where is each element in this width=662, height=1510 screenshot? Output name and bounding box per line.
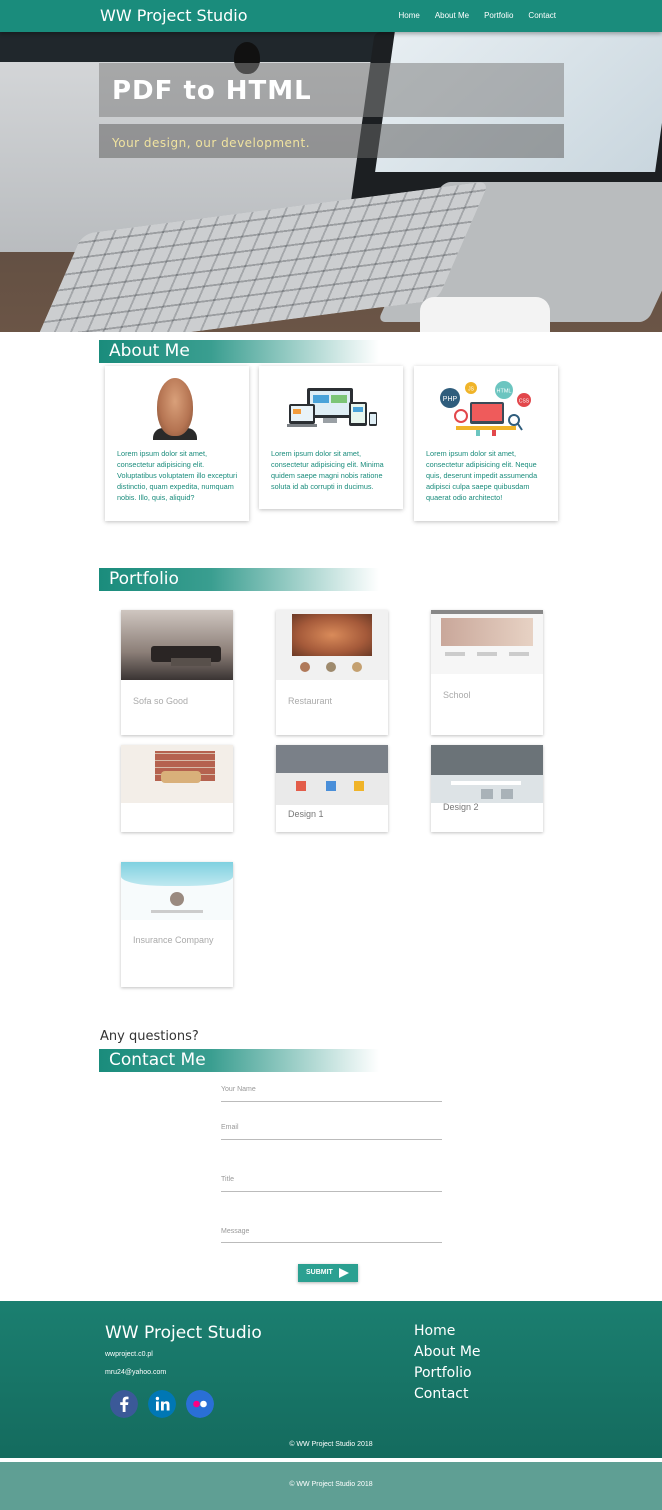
- about-card-text: Lorem ipsum dolor sit amet, consectetur …: [271, 449, 384, 491]
- name-placeholder: Your Name: [221, 1086, 256, 1093]
- footer-copyright: © WW Project Studio 2018: [289, 1441, 373, 1448]
- top-navbar: WW Project Studio Home About Me Portfoli…: [0, 0, 662, 32]
- about-card-text: Lorem ipsum dolor sit amet, consectetur …: [117, 449, 238, 502]
- title-placeholder: Title: [221, 1176, 234, 1183]
- portfolio-thumb: [431, 610, 543, 674]
- about-card-profile: Lorem ipsum dolor sit amet, consectetur …: [105, 366, 249, 521]
- avatar: [153, 378, 197, 440]
- portfolio-item-sofa[interactable]: Sofa so Good: [121, 610, 233, 735]
- portfolio-item-school[interactable]: School: [431, 610, 543, 735]
- web-technologies-icon: PHP JS HTML CSS: [440, 381, 531, 436]
- about-card-responsive: Lorem ipsum dolor sit amet, consectetur …: [259, 366, 403, 509]
- portfolio-item-design1[interactable]: Design 1: [276, 745, 388, 832]
- footer-website[interactable]: wwproject.c0.pl: [105, 1351, 153, 1358]
- title-field[interactable]: Title: [221, 1174, 442, 1192]
- submit-button[interactable]: SUBMIT: [298, 1264, 358, 1282]
- hero-phone-image: [420, 297, 550, 332]
- name-field[interactable]: Your Name: [221, 1084, 442, 1102]
- portfolio-item-title: Insurance Company: [133, 935, 214, 945]
- portfolio-thumb: [121, 745, 233, 803]
- nav-link-contact[interactable]: Contact: [528, 11, 556, 20]
- about-card-text: Lorem ipsum dolor sit amet, consectetur …: [426, 449, 538, 502]
- portfolio-item-title: Restaurant: [288, 696, 333, 706]
- portfolio-thumb: [276, 745, 388, 805]
- portfolio-heading: Portfolio: [109, 569, 179, 589]
- email-field[interactable]: Email: [221, 1122, 442, 1140]
- about-card-web: PHP JS HTML CSS Lorem ipsum dolor sit am…: [414, 366, 558, 521]
- linkedin-icon[interactable]: [148, 1390, 176, 1418]
- footer: WW Project Studio wwproject.c0.pl mru24@…: [0, 1301, 662, 1458]
- portfolio-item-design2[interactable]: Design 2: [431, 745, 543, 832]
- hero-title: PDF to HTML: [112, 76, 312, 106]
- portfolio-heading-bar: Portfolio: [99, 568, 379, 591]
- portfolio-thumb: [121, 610, 233, 680]
- about-heading: About Me: [109, 341, 190, 361]
- email-placeholder: Email: [221, 1124, 239, 1131]
- nav-link-home[interactable]: Home: [398, 11, 419, 20]
- js-badge-label: JS: [468, 387, 475, 393]
- html-badge-label: HTML: [497, 389, 512, 395]
- portfolio-item-title: Sofa so Good: [133, 696, 189, 706]
- contact-heading-bar: Contact Me: [99, 1049, 379, 1072]
- message-placeholder: Message: [221, 1228, 250, 1235]
- portfolio-item-pastry[interactable]: [121, 745, 233, 832]
- portfolio-item-title: Design 2: [443, 802, 479, 812]
- bottom-bar: © WW Project Studio 2018: [0, 1462, 662, 1510]
- footer-link-home[interactable]: Home: [414, 1321, 481, 1342]
- flickr-icon[interactable]: [186, 1390, 214, 1418]
- portfolio-item-title: School: [443, 690, 471, 700]
- nav-link-about[interactable]: About Me: [435, 11, 469, 20]
- nav-link-portfolio[interactable]: Portfolio: [484, 11, 513, 20]
- navbar-brand[interactable]: WW Project Studio: [100, 6, 248, 25]
- footer-email[interactable]: mru24@yahoo.com: [105, 1369, 166, 1376]
- submit-label: SUBMIT: [306, 1269, 333, 1276]
- contact-heading: Contact Me: [109, 1050, 206, 1070]
- portfolio-item-title: Design 1: [288, 809, 324, 819]
- portfolio-item-restaurant[interactable]: Restaurant: [276, 610, 388, 735]
- css-badge-label: CSS: [519, 399, 530, 405]
- portfolio-item-insurance[interactable]: Insurance Company: [121, 862, 233, 987]
- footer-brand: WW Project Studio: [105, 1323, 262, 1343]
- facebook-icon[interactable]: [110, 1390, 138, 1418]
- responsive-devices-icon: [287, 388, 377, 427]
- portfolio-thumb: [276, 610, 388, 680]
- footer-nav: Home About Me Portfolio Contact: [414, 1321, 481, 1405]
- hero-subtitle: Your design, our development.: [112, 136, 311, 150]
- send-arrow-icon: [339, 1268, 349, 1278]
- message-field[interactable]: Message: [221, 1226, 442, 1243]
- nav-links: Home About Me Portfolio Contact: [398, 11, 556, 20]
- about-heading-bar: About Me: [99, 340, 379, 363]
- portfolio-thumb: [431, 745, 543, 803]
- bottom-copyright: © WW Project Studio 2018: [289, 1481, 373, 1488]
- footer-link-about[interactable]: About Me: [414, 1342, 481, 1363]
- php-badge-label: PHP: [443, 396, 458, 403]
- footer-link-portfolio[interactable]: Portfolio: [414, 1363, 481, 1384]
- portfolio-thumb: [121, 862, 233, 920]
- footer-link-contact[interactable]: Contact: [414, 1384, 481, 1405]
- questions-text: Any questions?: [100, 1029, 199, 1044]
